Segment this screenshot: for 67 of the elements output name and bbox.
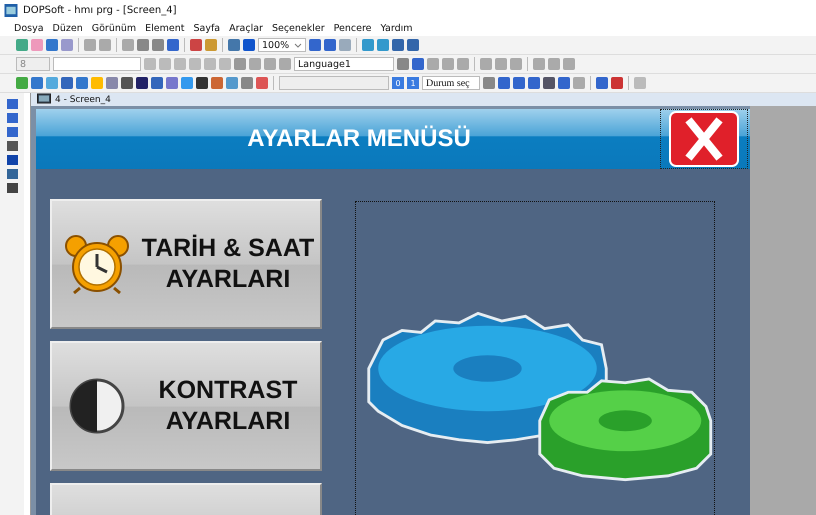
drawing-tool-icon[interactable] [6,127,18,137]
button-label: AYARLARI [166,406,290,437]
toolbar-icon[interactable] [167,39,179,51]
menu-item[interactable]: Sayfa [193,22,220,34]
menu-item[interactable]: Düzen [52,22,83,34]
toolbar-icon[interactable] [483,77,495,89]
toolbar-icon[interactable] [256,77,268,89]
app-icon [4,4,18,16]
toolbar-icon[interactable] [513,77,525,89]
toolbar-icon[interactable] [76,77,88,89]
close-icon[interactable] [669,111,739,167]
menu-item[interactable]: Görünüm [92,22,136,34]
language-dropdown[interactable]: Language1 [294,57,394,71]
menu-button[interactable]: TARİH & SAAT AYARLARI [50,199,322,329]
caret-icon [294,42,302,48]
drawing-tool-icon[interactable] [6,183,18,193]
state-dropdown[interactable]: Durum seç [422,76,480,90]
menu-item[interactable]: Dosya [14,22,44,34]
toolbar-icon[interactable] [528,77,540,89]
toolbar-icon[interactable] [543,77,555,89]
drawing-tool-icon[interactable] [6,113,18,123]
toolbar-icon[interactable] [392,39,404,51]
toolbar-icon[interactable] [558,77,570,89]
menu-item[interactable]: Pencere [334,22,372,34]
toolbar-icon[interactable] [407,39,419,51]
toolbar-icon[interactable] [228,39,240,51]
toolbar-icon[interactable] [31,77,43,89]
font-dropdown[interactable] [53,57,141,71]
alarm-clock-icon [62,234,132,294]
toolbar-icon[interactable] [397,58,409,70]
toolbar-icon[interactable] [190,39,202,51]
document-title: 4 - Screen_4 [55,94,111,104]
state-button[interactable]: 1 [407,77,419,89]
toolbar-icon[interactable] [151,77,163,89]
button-label: KONTRAST [158,375,298,406]
drawing-tool-icon[interactable] [6,169,18,179]
toolbar-icon[interactable] [152,39,164,51]
toolbar-icon[interactable] [196,77,208,89]
menu-item[interactable]: Araçlar [229,22,263,34]
window-title: DOPSoft - hmı prg - [Screen_4] [23,4,176,16]
toolbar-icon[interactable] [596,77,608,89]
drawing-tool-icon[interactable] [6,99,18,109]
toolbar-icon[interactable] [137,39,149,51]
state-button[interactable]: 0 [392,77,404,89]
drawing-tool-icon[interactable] [6,141,18,151]
toolbar-icon[interactable] [166,77,178,89]
object-dropdown[interactable] [279,76,389,90]
toolbar-icon[interactable] [136,77,148,89]
button-label: AYARLARI [166,264,290,295]
menu-item[interactable]: Yardım [380,22,413,34]
menu-item[interactable]: Element [145,22,184,34]
toolbar-icon[interactable] [611,77,623,89]
toolbar-icon[interactable] [243,39,255,51]
menu-item[interactable]: Seçenekler [272,22,325,34]
toolbar-icon[interactable] [498,77,510,89]
header-title: AYARLAR MENÜSÜ [246,125,472,153]
toolbar-icon[interactable] [61,77,73,89]
toolbar-icon[interactable] [46,39,58,51]
toolbar-icon[interactable] [121,77,133,89]
screen-icon [37,93,51,106]
zoom-dropdown[interactable]: 100% [258,38,306,52]
toolbar-icon[interactable] [211,77,223,89]
button-label: TARİH & SAAT [142,233,314,264]
toolbar-icon[interactable] [241,77,253,89]
menu-button[interactable]: KONTRAST AYARLARI [50,341,322,471]
toolbar-icon[interactable] [412,58,424,70]
drawing-tool-icon[interactable] [6,155,18,165]
